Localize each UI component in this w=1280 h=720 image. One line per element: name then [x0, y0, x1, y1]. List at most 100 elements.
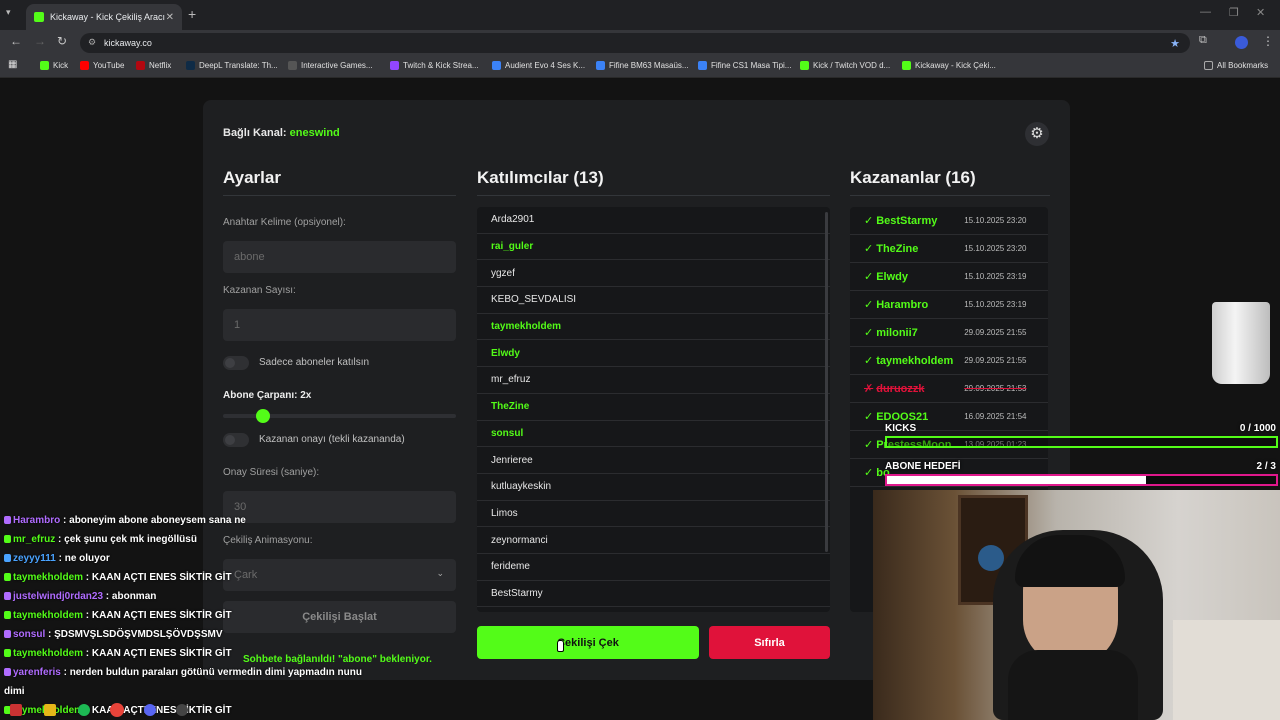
winner-approval-label: Kazanan onayı (tekli kazananda)	[259, 434, 405, 445]
chat-separator: :	[83, 648, 92, 659]
draw-button[interactable]: Çekilişi Çek	[477, 626, 699, 659]
browser-tab[interactable]: Kickaway - Kick Çekiliş Aracı ✕	[26, 4, 182, 30]
back-icon[interactable]: ←	[10, 34, 22, 48]
chat-separator: :	[83, 610, 92, 621]
bookmark-star-icon[interactable]: ★	[1170, 37, 1180, 50]
winner-date: 29.09.2025 21:55	[964, 328, 1027, 337]
menu-icon[interactable]: ⋮	[1262, 34, 1274, 48]
participant-row: rai_guler	[477, 234, 830, 261]
subs-only-label: Sadece aboneler katılsın	[259, 357, 370, 368]
check-icon: ✓	[864, 327, 874, 339]
check-icon: ✓	[864, 355, 874, 367]
divider	[850, 195, 1050, 196]
multiplier-slider[interactable]	[223, 409, 456, 423]
sub-goal: ABONE HEDEFİ 2 / 3	[885, 461, 1280, 472]
participant-row: Jenrieree	[477, 447, 830, 474]
multiplier-label-text: Abone Çarpanı:	[223, 390, 298, 401]
reset-button[interactable]: Sıfırla	[709, 626, 830, 659]
bookmark-interactive-games[interactable]: Interactive Games...	[288, 61, 373, 70]
keyword-input[interactable]: abone	[223, 241, 456, 273]
winner-count-input[interactable]: 1	[223, 309, 456, 341]
winner-count-label: Kazanan Sayısı:	[223, 285, 296, 296]
close-window-icon[interactable]: ✕	[1256, 6, 1265, 19]
bookmark-audient[interactable]: Audient Evo 4 Ses K...	[492, 61, 585, 70]
apps-grid-icon[interactable]: ▦	[8, 59, 17, 70]
participant-row: Arda2901	[477, 207, 830, 234]
reload-icon[interactable]: ↻	[57, 34, 67, 48]
minimize-icon[interactable]: —	[1200, 6, 1211, 18]
winner-row: ✓ milonii7 29.09.2025 21:55	[850, 319, 1048, 347]
chat-username: yarenferis	[13, 667, 61, 678]
restore-icon[interactable]: ❐	[1229, 6, 1239, 19]
multiplier-slider-thumb[interactable]	[255, 409, 270, 423]
check-icon: ✓	[864, 439, 874, 451]
participants-list[interactable]: Arda2901 rai_guler ygzef KEBO_SEVDALISI taym…	[477, 207, 830, 612]
webcam-feed	[873, 490, 1280, 720]
forward-icon[interactable]: →	[34, 34, 46, 48]
sub-goal-progress-bar	[885, 474, 1278, 486]
discord-icon[interactable]	[144, 704, 156, 716]
spotify-icon[interactable]	[78, 704, 90, 716]
winner-name: Elwdy	[876, 270, 909, 283]
participant-row: taymekholdem	[477, 314, 830, 341]
settings-gear-icon[interactable]: ⚙	[1025, 122, 1049, 146]
chat-username: sonsul	[13, 629, 46, 640]
subs-only-toggle[interactable]	[223, 356, 249, 370]
winner-name: taymekholdem	[876, 354, 954, 367]
channel-label: Bağlı Kanal:	[223, 127, 287, 139]
divider	[477, 195, 830, 196]
bookmark-youtube[interactable]: YouTube	[80, 61, 124, 70]
site-info-icon[interactable]: ⚙	[88, 37, 96, 48]
bookmark-deepl[interactable]: DeepL Translate: Th...	[186, 61, 278, 70]
bookmark-twitch-kick[interactable]: Twitch & Kick Strea...	[390, 61, 479, 70]
address-bar[interactable]: ⚙ kickaway.co ★	[80, 33, 1190, 53]
sub-goal-value: 2 / 3	[1256, 461, 1276, 472]
chat-text: ŞDSMVŞLSDÖŞVMDSLŞÖVDŞSMV	[54, 629, 223, 640]
chat-text: dimi	[4, 686, 25, 697]
bookmark-vod[interactable]: Kick / Twitch VOD d...	[800, 61, 890, 70]
chat-separator: :	[83, 572, 92, 583]
winner-row: ✓ Elwdy 15.10.2025 23:19	[850, 263, 1048, 291]
chat-separator: :	[55, 534, 65, 545]
new-tab-icon[interactable]: +	[188, 6, 196, 22]
bookmarks-bar: ▦ Kick YouTube Netflix DeepL Translate: …	[0, 55, 1280, 78]
check-icon: ✓	[864, 271, 874, 283]
obs-icon[interactable]	[176, 704, 188, 716]
participant-row: Elwdy	[477, 340, 830, 368]
glass-cup-image	[1212, 302, 1270, 384]
sub-goal-label: ABONE HEDEFİ	[885, 461, 961, 472]
chat-message: Harambro : aboneyim abone aboneysem sana…	[4, 515, 246, 526]
winner-row: ✓ taymekholdem 29.09.2025 21:55	[850, 347, 1048, 375]
participant-row: mr_efruz	[477, 367, 830, 394]
bookmark-kickaway[interactable]: Kickaway - Kick Çeki...	[902, 61, 996, 70]
check-icon: ✓	[864, 299, 874, 311]
bookmark-kick[interactable]: Kick	[40, 61, 68, 70]
profile-avatar[interactable]	[1235, 36, 1248, 49]
winner-row: ✓ Harambro 15.10.2025 23:19	[850, 291, 1048, 319]
mouse-cursor	[557, 640, 564, 652]
chrome-icon[interactable]	[110, 703, 124, 717]
participants-scrollbar[interactable]	[825, 212, 828, 552]
rejected-icon: ✗	[864, 383, 874, 395]
chat-message: justelwindj0rdan23 : abonman	[4, 591, 156, 602]
bookmark-fifine-bm63[interactable]: Fifine BM63 Masaüs...	[596, 61, 689, 70]
all-bookmarks[interactable]: All Bookmarks	[1204, 61, 1268, 70]
winner-date: 29.09.2025 21:53	[964, 384, 1027, 393]
tab-search-icon[interactable]: ▾	[6, 7, 11, 18]
winner-approval-toggle[interactable]	[223, 433, 249, 447]
folder-icon[interactable]	[44, 704, 56, 716]
extensions-icon[interactable]: ⧉	[1199, 34, 1207, 47]
keyword-placeholder: abone	[234, 251, 265, 263]
chat-separator: :	[103, 591, 112, 602]
browser-tab-bar: ▾ Kickaway - Kick Çekiliş Aracı ✕ + — ❐ …	[0, 0, 1280, 30]
winner-date: 15.10.2025 23:19	[964, 272, 1027, 281]
badge-icon	[4, 573, 11, 581]
winner-row: ✓ TheZine 15.10.2025 23:20	[850, 235, 1048, 263]
app-icon[interactable]	[10, 704, 22, 716]
close-tab-icon[interactable]: ✕	[166, 12, 174, 23]
bookmark-netflix[interactable]: Netflix	[136, 61, 171, 70]
chat-text: çek şunu çek mk inegöllüsü	[64, 534, 197, 545]
bookmark-fifine-cs1[interactable]: Fifine CS1 Masa Tipi...	[698, 61, 791, 70]
approval-time-label: Onay Süresi (saniye):	[223, 467, 320, 478]
chat-separator: :	[60, 667, 70, 678]
